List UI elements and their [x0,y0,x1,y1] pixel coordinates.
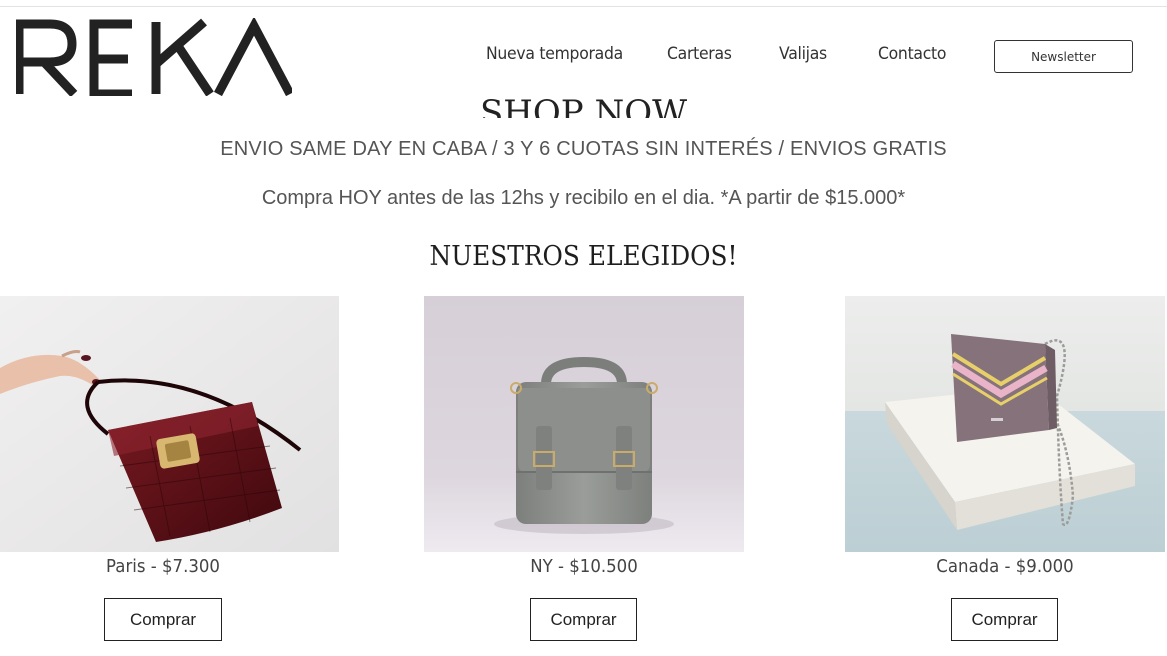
top-divider [0,6,1167,7]
same-day-promo: Compra HOY antes de las 12hs y recibilo … [261,187,906,209]
product-image-ny[interactable] [424,296,744,552]
shipping-promo: ENVIO SAME DAY EN CABA / 3 Y 6 CUOTAS SI… [220,138,947,160]
buy-button-paris[interactable]: Comprar [104,598,222,641]
product-name-ny[interactable]: NY - $10.500 [437,556,731,577]
product-name-canada[interactable]: Canada - $9.000 [858,556,1152,577]
buy-button-canada[interactable]: Comprar [951,598,1058,641]
nav-carteras[interactable]: Carteras [667,44,732,64]
nav-valijas[interactable]: Valijas [779,44,827,64]
product-name-paris[interactable]: Paris - $7.300 [13,556,313,577]
product-image-canada[interactable] [845,296,1165,552]
newsletter-button[interactable]: Newsletter [994,40,1133,73]
main-nav: Nueva temporada Carteras Valijas Contact… [0,44,1167,70]
nav-nueva-temporada[interactable]: Nueva temporada [486,44,623,64]
product-image-paris[interactable] [0,296,339,552]
buy-button-ny[interactable]: Comprar [530,598,637,641]
nav-contacto[interactable]: Contacto [878,44,947,64]
featured-title: NUESTROS ELEGIDOS! [429,241,738,272]
